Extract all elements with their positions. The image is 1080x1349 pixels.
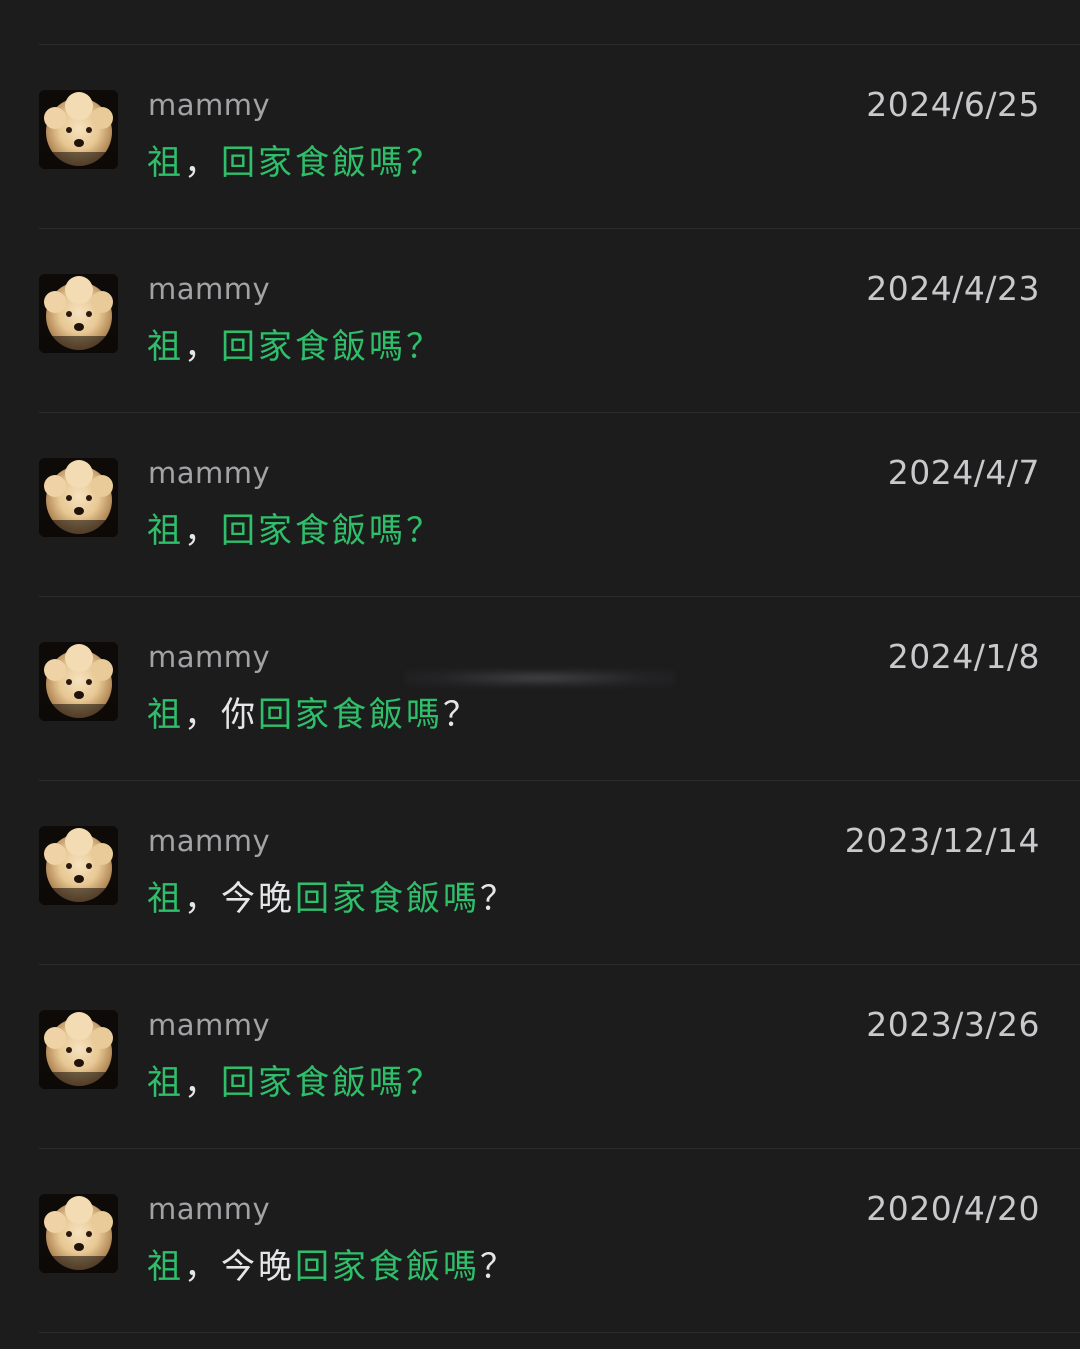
- message-preview: 祖，回家食飯嗎？: [147, 503, 443, 552]
- search-result-row[interactable]: mammy 2024/1/8 祖，你回家食飯嗎？: [39, 596, 1080, 780]
- search-results-list: mammy 2024/6/25 祖，回家食飯嗎？ mammy 2024/4/23 祖，回…: [0, 44, 1080, 1333]
- sender-name: mammy: [148, 1192, 271, 1226]
- message-text: ，今晚: [184, 879, 295, 919]
- message-text: ，: [184, 1063, 221, 1103]
- message-text: ，: [184, 511, 221, 551]
- search-result-row[interactable]: mammy 2023/3/26 祖，回家食飯嗎？: [39, 964, 1080, 1148]
- search-result-row[interactable]: mammy 2023/12/14 祖，今晚回家食飯嗎？: [39, 780, 1080, 964]
- sender-name: mammy: [148, 88, 271, 122]
- message-text: ，: [184, 143, 221, 183]
- highlighted-match-text: 祖: [147, 1247, 184, 1287]
- poodle-avatar-icon: [39, 90, 118, 169]
- highlighted-match-text: 回家食飯嗎: [221, 143, 406, 183]
- list-divider: [39, 1332, 1080, 1333]
- message-date: 2023/3/26: [866, 1005, 1040, 1044]
- message-preview: 祖，回家食飯嗎？: [147, 319, 443, 368]
- highlighted-match-text: 祖: [147, 327, 184, 367]
- message-preview: 祖，你回家食飯嗎？: [147, 687, 480, 736]
- message-date: 2024/4/7: [887, 453, 1040, 492]
- highlighted-match-text: 祖: [147, 143, 184, 183]
- highlighted-match-text: 回家食飯嗎: [221, 327, 406, 367]
- highlighted-match-text: ？: [406, 327, 443, 367]
- poodle-avatar-icon: [39, 1010, 118, 1089]
- poodle-avatar-icon: [39, 642, 118, 721]
- message-text: ，今晚: [184, 1247, 295, 1287]
- message-preview: 祖，回家食飯嗎？: [147, 1055, 443, 1104]
- message-preview: 祖，今晚回家食飯嗎？: [147, 1239, 517, 1288]
- highlighted-match-text: 回家食飯嗎: [221, 1063, 406, 1103]
- message-text: ，: [184, 327, 221, 367]
- highlighted-match-text: 祖: [147, 511, 184, 551]
- highlighted-match-text: 回家食飯嗎: [295, 879, 480, 919]
- search-result-row[interactable]: mammy 2024/4/7 祖，回家食飯嗎？: [39, 412, 1080, 596]
- sender-name: mammy: [148, 1008, 271, 1042]
- message-text: ？: [443, 695, 480, 735]
- highlighted-match-text: ？: [406, 1063, 443, 1103]
- message-text: ？: [480, 879, 517, 919]
- highlighted-match-text: 祖: [147, 695, 184, 735]
- highlighted-match-text: 祖: [147, 1063, 184, 1103]
- highlighted-match-text: ？: [406, 511, 443, 551]
- poodle-avatar-icon: [39, 1194, 118, 1273]
- message-date: 2024/6/25: [866, 85, 1040, 124]
- message-text: ？: [480, 1247, 517, 1287]
- message-date: 2024/4/23: [866, 269, 1040, 308]
- search-result-row[interactable]: mammy 2024/4/23 祖，回家食飯嗎？: [39, 228, 1080, 412]
- highlighted-match-text: 祖: [147, 879, 184, 919]
- sender-name: mammy: [148, 640, 271, 674]
- poodle-avatar-icon: [39, 826, 118, 905]
- sender-name: mammy: [148, 272, 271, 306]
- message-text: ，你: [184, 695, 258, 735]
- highlighted-match-text: 回家食飯嗎: [258, 695, 443, 735]
- blurred-overlay: [405, 668, 675, 688]
- message-preview: 祖，今晚回家食飯嗎？: [147, 871, 517, 920]
- search-result-row[interactable]: mammy 2020/4/20 祖，今晚回家食飯嗎？: [39, 1148, 1080, 1332]
- message-preview: 祖，回家食飯嗎？: [147, 135, 443, 184]
- message-date: 2024/1/8: [887, 637, 1040, 676]
- highlighted-match-text: 回家食飯嗎: [295, 1247, 480, 1287]
- search-result-row[interactable]: mammy 2024/6/25 祖，回家食飯嗎？: [39, 44, 1080, 228]
- sender-name: mammy: [148, 824, 271, 858]
- poodle-avatar-icon: [39, 458, 118, 537]
- sender-name: mammy: [148, 456, 271, 490]
- highlighted-match-text: 回家食飯嗎: [221, 511, 406, 551]
- highlighted-match-text: ？: [406, 143, 443, 183]
- message-date: 2020/4/20: [866, 1189, 1040, 1228]
- poodle-avatar-icon: [39, 274, 118, 353]
- message-date: 2023/12/14: [844, 821, 1040, 860]
